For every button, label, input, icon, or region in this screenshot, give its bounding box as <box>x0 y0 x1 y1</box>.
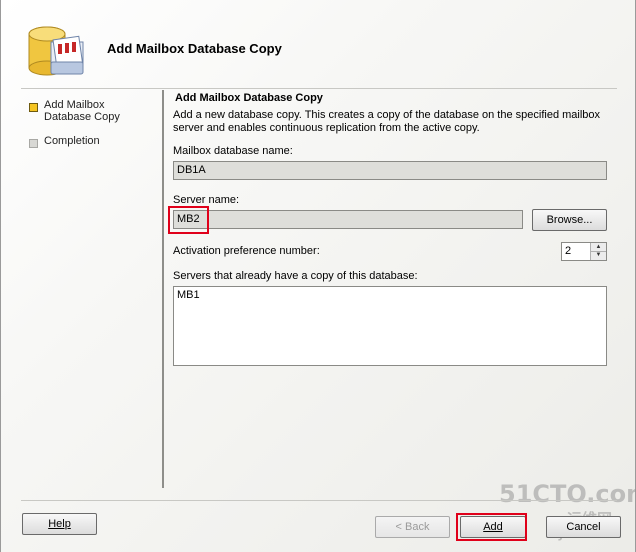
mailbox-database-name-label: Mailbox database name: <box>173 145 293 157</box>
add-button-highlight <box>456 513 527 541</box>
step-pending-indicator-icon <box>29 139 38 148</box>
activation-preference-stepper[interactable]: 2 ▲ ▼ <box>561 242 607 261</box>
section-description: Add a new database copy. This creates a … <box>173 109 601 134</box>
activation-preference-value: 2 <box>565 245 572 257</box>
existing-copies-label: Servers that already have a copy of this… <box>173 270 418 282</box>
back-button: < Back <box>375 516 450 538</box>
watermark-site: 51CTO.com <box>499 480 636 508</box>
wizard-steps: Add Mailbox Database Copy Completion <box>27 98 157 170</box>
stepper-buttons: ▲ ▼ <box>590 243 606 260</box>
wizard-header: Add Mailbox Database Copy <box>1 0 635 84</box>
list-item[interactable]: MB1 <box>174 287 606 303</box>
activation-preference-label: Activation preference number: <box>173 245 320 257</box>
cancel-button[interactable]: Cancel <box>546 516 621 538</box>
step-label: Completion <box>44 135 100 147</box>
step-active-indicator-icon <box>29 103 38 112</box>
wizard-title: Add Mailbox Database Copy <box>107 41 282 56</box>
database-copy-icon <box>28 26 84 76</box>
step-label: Add Mailbox Database Copy <box>44 99 120 123</box>
section-title: Add Mailbox Database Copy <box>175 92 323 104</box>
footer-divider <box>21 500 617 501</box>
wizard-window: Add Mailbox Database Copy Add Mailbox Dat… <box>0 0 636 552</box>
decrement-arrow-icon[interactable]: ▼ <box>591 251 606 259</box>
server-name-highlight <box>168 206 209 234</box>
mailbox-database-name-field: DB1A <box>173 161 607 180</box>
existing-copies-list[interactable]: MB1 <box>173 286 607 366</box>
navigation-divider <box>162 90 164 488</box>
browse-button[interactable]: Browse... <box>532 209 607 231</box>
server-name-field[interactable]: MB2 <box>173 210 523 229</box>
help-button[interactable]: Help <box>22 513 97 535</box>
step-add-mailbox-database-copy[interactable]: Add Mailbox Database Copy <box>27 98 157 134</box>
step-completion[interactable]: Completion <box>27 134 157 170</box>
header-divider <box>21 88 617 89</box>
server-name-label: Server name: <box>173 194 240 206</box>
